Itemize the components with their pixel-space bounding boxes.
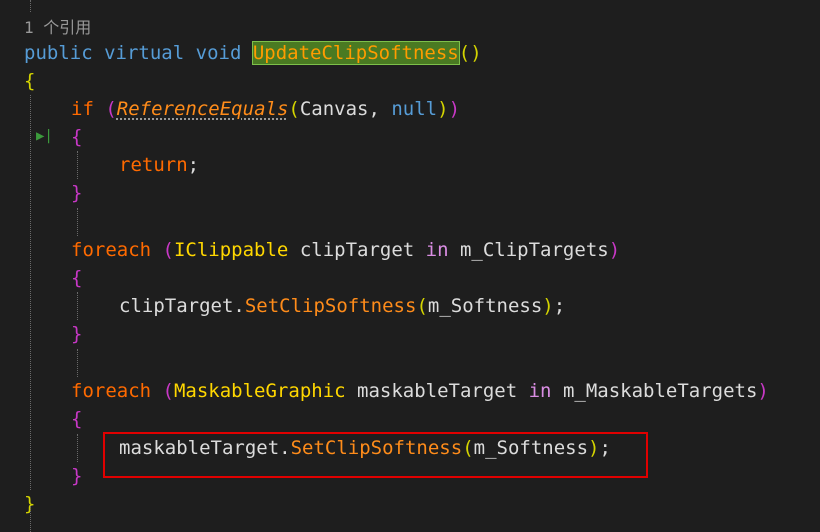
call1-close-paren: ) [542,295,554,317]
code-editor[interactable]: 1 个引用 public virtual void UpdateClipSoft… [0,0,820,532]
if-close-brace: } [71,182,83,204]
foreach1-close-brace: } [71,323,83,345]
refeq-close-paren: ) [437,98,449,120]
indent-guide-top [30,0,31,12]
if-open-paren: ( [105,98,117,120]
kw-public: public [24,42,93,64]
foreach-clippable: foreach (IClippable clipTarget in m_Clip… [71,236,620,264]
if-close-paren: ) [448,98,461,120]
refeq-args: Canvas, [299,98,392,120]
var-cliptarget: clipTarget [288,239,426,261]
softness-arg: m_Softness [427,295,543,317]
red-highlight-box [103,432,648,478]
type-maskablegraphic[interactable]: MaskableGraphic [174,380,346,402]
type-iclippable[interactable]: IClippable [174,239,288,261]
cliptarget-call: clipTarget.SetClipSoftness(m_Softness); [119,292,565,320]
maskabletargets-collection: m_MaskableTargets [551,380,758,402]
decl-parens: () [458,42,482,64]
foreach2-open-brace: { [71,408,83,430]
kw-null: null [391,98,438,120]
var-maskabletarget: maskableTarget [345,380,529,402]
indent-guide-foreach2 [77,434,78,462]
kw-foreach-2: foreach [71,380,152,402]
foreach1-open-paren: ( [162,239,174,261]
indent-guide-gap2 [77,349,78,377]
run-to-cursor-icon[interactable]: ▶| [36,128,53,144]
foreach2-close-paren: ) [757,380,769,402]
foreach-maskable: foreach (MaskableGraphic maskableTarget … [71,377,769,405]
if-statement: if (ReferenceEquals(Canvas, null)) [71,95,460,123]
codelens-references[interactable]: 1 个引用 [24,14,91,42]
cliptarget-object: clipTarget. [119,295,245,317]
kw-void: void [195,42,242,64]
call1-semicolon: ; [553,295,566,317]
reference-equals-call[interactable]: ReferenceEquals [117,98,289,120]
cliptargets-collection: m_ClipTargets [448,239,609,261]
indent-guide-foreach1 [77,292,78,320]
refeq-open-paren: ( [288,98,300,120]
kw-in: in [425,239,449,261]
indent-guide-gap1 [77,208,78,236]
foreach2-open-paren: ( [162,380,174,402]
indent-guide-if [77,151,78,179]
setclipsoftness-method[interactable]: SetClipSoftness [245,295,417,317]
kw-in-2: in [528,380,552,402]
kw-if: if [71,98,94,120]
foreach1-open-brace: { [71,267,83,289]
indent-guide-outer [30,95,31,490]
return-statement: return; [119,151,199,179]
kw-return: return [119,154,188,176]
method-declaration: public virtual void UpdateClipSoftness() [24,39,482,67]
return-semicolon: ; [187,154,200,176]
foreach1-close-paren: ) [608,239,621,261]
foreach2-close-brace: } [71,465,83,487]
kw-foreach: foreach [71,239,152,261]
if-open-brace: { [71,126,83,148]
method-open-brace: { [24,70,36,92]
call1-open-paren: ( [416,295,428,317]
method-name-highlight[interactable]: UpdateClipSoftness [251,41,460,65]
kw-virtual: virtual [104,42,185,64]
indent-guide-bottom [30,506,31,532]
